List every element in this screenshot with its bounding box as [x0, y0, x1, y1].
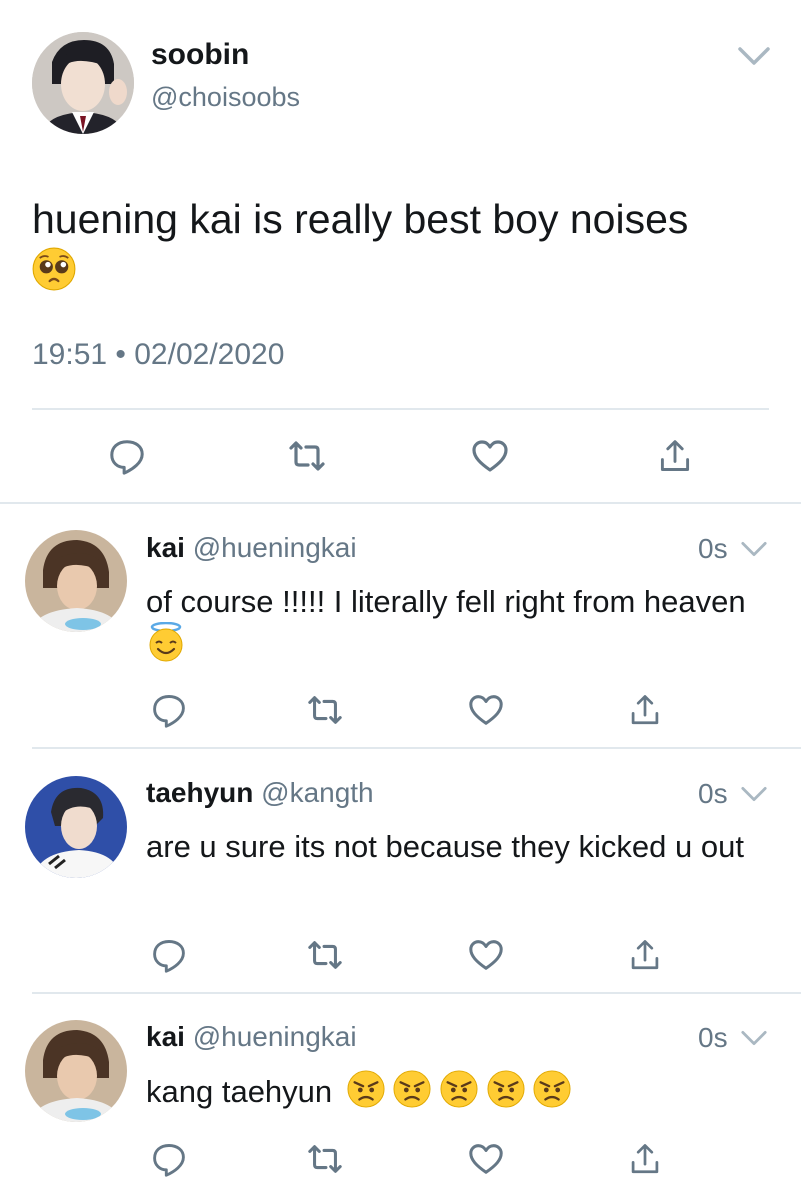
reply-display-name[interactable]: kai — [146, 532, 185, 563]
reply-time: 0s — [698, 778, 728, 809]
share-icon[interactable] — [622, 687, 668, 733]
reply-header: kai @hueningkai — [146, 532, 357, 564]
angry-face-emoji — [487, 1070, 525, 1118]
tweet-text: huening kai is really best boy noises — [32, 196, 689, 242]
like-icon[interactable] — [467, 433, 513, 479]
divider — [32, 747, 801, 749]
share-icon[interactable] — [622, 1136, 668, 1182]
like-icon[interactable] — [463, 687, 509, 733]
reply-time: 0s — [698, 1022, 728, 1053]
reply-action-bar — [0, 932, 801, 976]
angry-face-emoji — [440, 1070, 478, 1118]
retweet-icon[interactable] — [284, 433, 330, 479]
share-icon[interactable] — [622, 932, 668, 978]
chevron-down-icon[interactable] — [734, 36, 774, 81]
reply-header: kai @hueningkai — [146, 1021, 357, 1053]
tweet-text-block: huening kai is really best boy noises — [32, 192, 772, 304]
reply-icon[interactable] — [104, 433, 150, 479]
angry-face-emoji — [347, 1070, 385, 1118]
reply-handle[interactable]: @kangth — [261, 777, 374, 808]
chevron-down-icon[interactable] — [738, 778, 770, 815]
reply-display-name[interactable]: kai — [146, 1021, 185, 1052]
avatar-taehyun[interactable] — [25, 776, 127, 878]
reply-handle[interactable]: @hueningkai — [193, 1021, 357, 1052]
divider — [32, 992, 801, 994]
reply-time: 0s — [698, 533, 728, 564]
reply-action-bar — [0, 1136, 801, 1180]
reply-icon[interactable] — [146, 1136, 192, 1182]
reply-handle[interactable]: @hueningkai — [193, 532, 357, 563]
like-icon[interactable] — [463, 1136, 509, 1182]
reply-action-bar — [0, 687, 801, 731]
main-action-bar — [0, 433, 801, 483]
angry-face-emoji — [533, 1070, 571, 1118]
retweet-icon[interactable] — [302, 932, 348, 978]
avatar-kai[interactable] — [25, 1020, 127, 1122]
reply-text: are u sure its not because they kicked u… — [146, 829, 744, 864]
retweet-icon[interactable] — [302, 1136, 348, 1182]
avatar-soobin[interactable] — [32, 32, 134, 134]
like-icon[interactable] — [463, 932, 509, 978]
smiling-face-with-halo-emoji — [146, 622, 186, 672]
reply-display-name[interactable]: taehyun — [146, 777, 253, 808]
angry-face-emoji — [393, 1070, 431, 1118]
chevron-down-icon[interactable] — [738, 1022, 770, 1059]
tweet-timestamp[interactable]: 19:51 • 02/02/2020 — [32, 338, 284, 372]
avatar-kai[interactable] — [25, 530, 127, 632]
reply-icon[interactable] — [146, 932, 192, 978]
reply-text-block: of course !!!!! I literally fell right f… — [146, 581, 766, 672]
reply-header: taehyun @kangth — [146, 777, 374, 809]
pleading-face-emoji — [32, 247, 76, 304]
share-icon[interactable] — [652, 433, 698, 479]
retweet-icon[interactable] — [302, 687, 348, 733]
reply-text: kang taehyun — [146, 1074, 333, 1109]
reply-icon[interactable] — [146, 687, 192, 733]
divider — [0, 502, 801, 504]
reply-text: of course !!!!! I literally fell right f… — [146, 584, 746, 619]
chevron-down-icon[interactable] — [738, 533, 770, 570]
display-name[interactable]: soobin — [151, 38, 249, 72]
reply-text-block: kang taehyun — [146, 1070, 766, 1118]
divider — [32, 408, 769, 410]
user-handle[interactable]: @choisoobs — [151, 82, 300, 113]
